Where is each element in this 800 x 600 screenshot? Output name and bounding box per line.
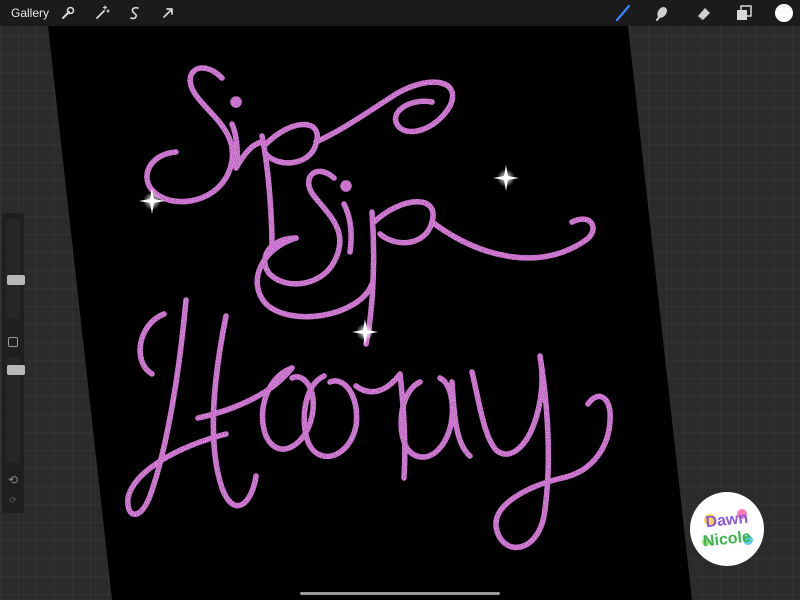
wrench-icon[interactable] <box>58 3 78 23</box>
modify-button[interactable] <box>8 337 18 347</box>
brush-size-thumb[interactable] <box>7 275 25 285</box>
eraser-icon[interactable] <box>694 3 714 23</box>
top-toolbar: Gallery <box>0 0 800 26</box>
logo-text-line2: Nicole <box>702 529 752 551</box>
selection-icon[interactable] <box>125 3 145 23</box>
dawn-nicole-logo: Dawn Nicole <box>690 492 764 566</box>
brush-icon[interactable] <box>613 3 633 23</box>
opacity-slider[interactable] <box>6 357 25 463</box>
opacity-thumb[interactable] <box>7 365 25 375</box>
left-sidebar: ⟲ ⟳ <box>2 213 25 513</box>
smudge-icon[interactable] <box>652 3 672 23</box>
brush-size-slider[interactable] <box>6 219 25 319</box>
magic-wand-icon[interactable] <box>92 3 112 23</box>
home-indicator <box>300 592 500 595</box>
layers-icon[interactable] <box>734 3 754 23</box>
transform-arrow-icon[interactable] <box>158 3 178 23</box>
gallery-button[interactable]: Gallery <box>11 0 49 26</box>
logo-graphic: Dawn Nicole <box>702 509 753 551</box>
logo-text-line1: Dawn <box>705 510 749 531</box>
redo-button[interactable]: ⟳ <box>5 494 21 506</box>
color-picker-button[interactable] <box>775 4 793 22</box>
drawing-canvas[interactable] <box>0 26 800 600</box>
undo-button[interactable]: ⟲ <box>5 472 21 488</box>
